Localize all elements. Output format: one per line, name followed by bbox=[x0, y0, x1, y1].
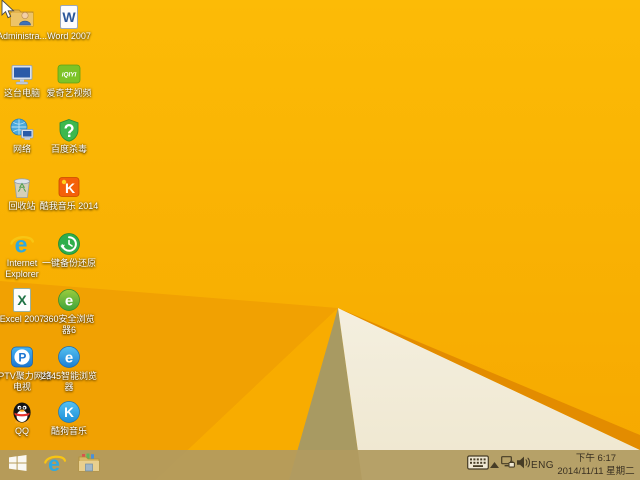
desktop-icon-word-2007[interactable]: W Word 2007 bbox=[39, 4, 99, 42]
computer-monitor-icon bbox=[9, 61, 35, 87]
touch-keyboard-button[interactable] bbox=[466, 450, 490, 480]
desktop-icon-onekey-backup[interactable]: 一键备份还原 bbox=[39, 231, 99, 269]
clock-time: 下午 6:17 bbox=[575, 453, 617, 464]
show-hidden-icons-arrow bbox=[489, 456, 499, 474]
volume-tray-button[interactable] bbox=[516, 450, 532, 480]
iqiyi-icon: iQIYI bbox=[56, 61, 82, 87]
shield-icon bbox=[56, 117, 82, 143]
network-tray-button[interactable] bbox=[500, 450, 516, 480]
svg-text:X: X bbox=[17, 292, 27, 308]
word-document-icon: W bbox=[56, 4, 82, 30]
kuwo-music-icon: K bbox=[56, 174, 82, 200]
desktop-icon-kugou-music[interactable]: K 酷狗音乐 bbox=[39, 399, 99, 437]
language-label: ENG bbox=[531, 459, 554, 471]
taskbar-ie-button[interactable]: e bbox=[40, 450, 70, 480]
qq-penguin-icon bbox=[9, 399, 35, 425]
desktop-icon-360-browser[interactable]: e 360安全浏览器6 bbox=[39, 287, 99, 336]
desktop-icon-label: 一键备份还原 bbox=[41, 258, 96, 268]
file-explorer-icon bbox=[78, 453, 100, 477]
desktop-icon-label: 酷我音乐 2014 bbox=[39, 201, 99, 211]
svg-text:K: K bbox=[65, 180, 75, 196]
ie-icon: e bbox=[9, 231, 35, 258]
excel-document-icon: X bbox=[9, 287, 35, 313]
windows-start-icon bbox=[9, 454, 27, 476]
desktop-icon-label: 360安全浏览器6 bbox=[43, 314, 95, 335]
svg-text:e: e bbox=[65, 293, 73, 310]
svg-text:K: K bbox=[64, 405, 74, 420]
taskbar-explorer-button[interactable] bbox=[74, 450, 104, 480]
ie-icon: e bbox=[43, 451, 67, 480]
kugou-music-icon: K bbox=[56, 399, 82, 425]
svg-text:iQIYI: iQIYI bbox=[62, 72, 77, 79]
desktop-icon-label: 爱奇艺视频 bbox=[46, 88, 92, 98]
desktop-icon-baidu-antivirus[interactable]: 百度杀毒 bbox=[39, 117, 99, 155]
svg-text:W: W bbox=[62, 9, 76, 25]
backup-restore-icon bbox=[56, 231, 82, 257]
network-status-icon bbox=[501, 456, 515, 474]
clock-date: 2014/11/11 星期二 bbox=[557, 466, 635, 477]
taskbar-clock[interactable]: 下午 6:17 2014/11/11 星期二 bbox=[553, 452, 639, 478]
volume-icon bbox=[517, 456, 531, 474]
desktop-screen: Administra... W Word 2007 这台电脑 iQIYI 爱奇艺… bbox=[0, 0, 640, 480]
360-browser-icon: e bbox=[56, 287, 82, 313]
recycle-bin-icon bbox=[9, 174, 35, 200]
mouse-cursor bbox=[1, 0, 15, 24]
desktop-icon-label: Word 2007 bbox=[47, 31, 91, 41]
language-indicator[interactable]: ENG bbox=[531, 450, 555, 480]
desktop-icon-kuwo-music[interactable]: K 酷我音乐 2014 bbox=[39, 174, 99, 212]
desktop-icon-label: 百度杀毒 bbox=[50, 144, 87, 154]
desktop-icon-label: 酷狗音乐 bbox=[50, 426, 87, 436]
show-hidden-icons-button[interactable] bbox=[488, 450, 500, 480]
svg-text:e: e bbox=[15, 232, 28, 258]
svg-text:e: e bbox=[65, 350, 73, 367]
svg-text:P: P bbox=[18, 351, 26, 365]
desktop-icon-label: 2345智能浏览器 bbox=[40, 371, 98, 392]
desktop-icon-2345-browser[interactable]: e 2345智能浏览器 bbox=[39, 344, 99, 393]
start-button[interactable] bbox=[0, 450, 36, 480]
network-globe-icon bbox=[9, 117, 35, 143]
touch-keyboard-icon bbox=[467, 455, 489, 475]
2345-browser-icon: e bbox=[56, 344, 82, 370]
desktop-icon-iqiyi-video[interactable]: iQIYI 爱奇艺视频 bbox=[39, 61, 99, 99]
pptv-icon: P bbox=[9, 344, 35, 370]
